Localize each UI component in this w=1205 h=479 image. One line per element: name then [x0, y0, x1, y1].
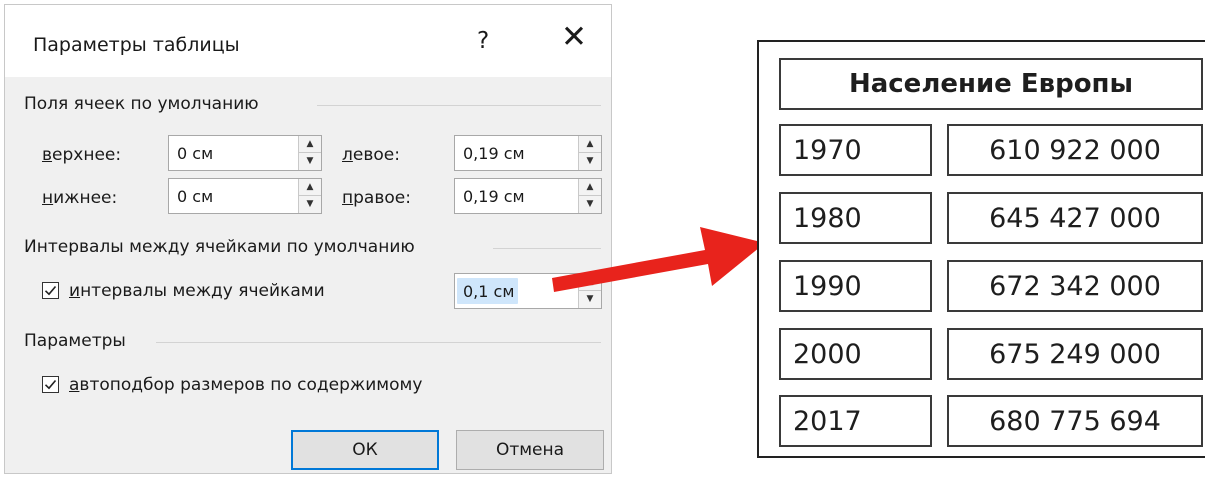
- left-margin-spin-buttons[interactable]: ▲ ▼: [578, 136, 601, 170]
- dialog-titlebar: Параметры таблицы ? ✕: [5, 5, 611, 77]
- spacing-value-selection: 0,1 см: [457, 278, 519, 304]
- left-margin-value[interactable]: 0,19 см: [463, 144, 525, 163]
- checkmark-icon: [44, 379, 57, 390]
- left-margin-spinner[interactable]: 0,19 см ▲ ▼: [454, 135, 602, 171]
- spacing-group-title: Интервалы между ячейками по умолчанию: [24, 237, 415, 257]
- red-arrow-icon: [552, 227, 765, 292]
- table-cell-population: 680 775 694: [947, 395, 1203, 447]
- close-icon[interactable]: ✕: [561, 22, 587, 53]
- dialog-title: Параметры таблицы: [33, 34, 240, 56]
- bottom-margin-spinner[interactable]: 0 см ▲ ▼: [168, 178, 322, 214]
- spin-up-icon[interactable]: ▲: [579, 136, 601, 153]
- cancel-button[interactable]: Отмена: [456, 430, 604, 470]
- top-margin-label: верхнее:: [42, 145, 122, 165]
- top-margin-spinner[interactable]: 0 см ▲ ▼: [168, 135, 322, 171]
- checkmark-icon: [44, 285, 57, 296]
- right-margin-label: правое:: [342, 188, 411, 208]
- ok-button[interactable]: ОК: [291, 430, 439, 470]
- table-cell-population: 610 922 000: [947, 124, 1203, 176]
- spacing-checkbox-label[interactable]: интервалы между ячейками: [69, 281, 325, 301]
- spin-down-icon[interactable]: ▼: [299, 196, 321, 213]
- population-table: Население Европы 1970 610 922 000 1980 6…: [757, 40, 1205, 458]
- bottom-margin-spin-buttons[interactable]: ▲ ▼: [298, 179, 321, 213]
- table-cell-year: 1990: [779, 260, 932, 312]
- margins-group-title: Поля ячеек по умолчанию: [24, 94, 259, 114]
- spin-up-icon[interactable]: ▲: [579, 179, 601, 196]
- autofit-checkbox[interactable]: [42, 376, 59, 393]
- spin-up-icon[interactable]: ▲: [299, 136, 321, 153]
- bottom-margin-value[interactable]: 0 см: [177, 187, 213, 206]
- table-cell-year: 1980: [779, 192, 932, 244]
- margins-group-divider: [317, 105, 601, 106]
- spacing-checkbox[interactable]: [42, 282, 59, 299]
- table-cell-population: 672 342 000: [947, 260, 1203, 312]
- bottom-margin-label: нижнее:: [42, 188, 118, 208]
- table-cell-year: 2000: [779, 328, 932, 380]
- spin-down-icon[interactable]: ▼: [299, 153, 321, 170]
- table-cell-year: 1970: [779, 124, 932, 176]
- autofit-checkbox-label[interactable]: автоподбор размеров по содержимому: [69, 375, 422, 395]
- left-margin-label: левое:: [342, 145, 400, 165]
- table-header-cell: Население Европы: [779, 58, 1203, 110]
- right-margin-value[interactable]: 0,19 см: [463, 187, 525, 206]
- table-cell-population: 675 249 000: [947, 328, 1203, 380]
- table-properties-dialog: Параметры таблицы ? ✕ Поля ячеек по умол…: [4, 4, 612, 474]
- help-icon[interactable]: ?: [477, 28, 489, 54]
- table-cell-population: 645 427 000: [947, 192, 1203, 244]
- spin-down-icon[interactable]: ▼: [579, 153, 601, 170]
- table-cell-year: 2017: [779, 395, 932, 447]
- options-group-title: Параметры: [24, 331, 126, 351]
- spin-up-icon[interactable]: ▲: [299, 179, 321, 196]
- top-margin-value[interactable]: 0 см: [177, 144, 213, 163]
- spacing-value[interactable]: 0,1 см: [463, 282, 514, 301]
- options-group-divider: [156, 342, 601, 343]
- top-margin-spin-buttons[interactable]: ▲ ▼: [298, 136, 321, 170]
